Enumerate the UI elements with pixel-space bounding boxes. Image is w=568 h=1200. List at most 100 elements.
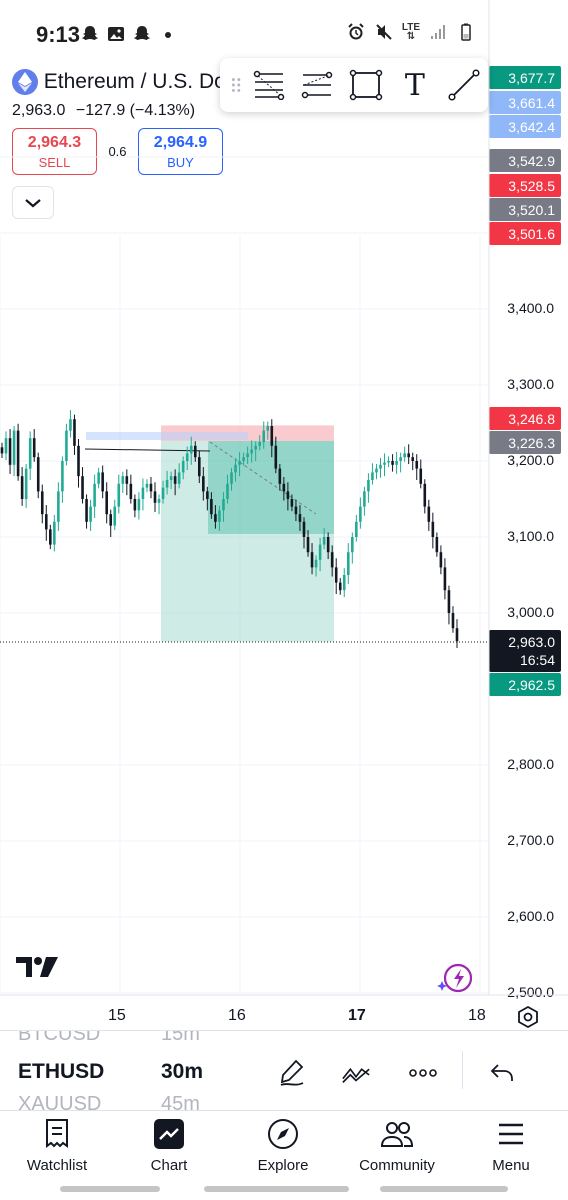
prev-symbol[interactable]: BTCUSD: [18, 1031, 100, 1046]
pen-icon: [280, 1059, 304, 1086]
candle-body: [153, 491, 157, 503]
candle-body: [28, 438, 32, 469]
candle-body: [391, 461, 394, 465]
candle-body: [415, 461, 419, 469]
candle-body: [133, 499, 137, 511]
candle-body: [439, 552, 443, 568]
candle-body: [77, 445, 80, 477]
candle-body: [129, 483, 133, 499]
candle-body: [314, 559, 318, 568]
candle-body: [109, 514, 113, 526]
candle-body: [137, 499, 141, 511]
nav-explore-label: Explore: [257, 1157, 309, 1174]
candle-body: [355, 521, 358, 537]
candle-body: [286, 491, 290, 499]
candle-body: [330, 552, 334, 568]
candle-body: [254, 445, 257, 450]
current-symbol[interactable]: ETHUSD: [18, 1060, 104, 1084]
symbol-interval-picker[interactable]: BTCUSD 15m ETHUSD 30m XAUUSD 45m: [0, 1030, 568, 1110]
candle-body: [363, 491, 366, 507]
candle-body: [395, 461, 398, 465]
candle-body: [230, 472, 233, 484]
candle-body: [193, 445, 197, 458]
gesture-bar-left: [60, 1186, 160, 1192]
nav-explore[interactable]: Explore: [228, 1117, 338, 1174]
nav-menu[interactable]: Menu: [456, 1117, 566, 1174]
indicators-button[interactable]: [341, 1058, 371, 1088]
community-icon: [380, 1122, 414, 1147]
candle-body: [238, 461, 241, 465]
parallel-channel-tool[interactable]: [293, 58, 342, 112]
candle-body: [342, 575, 346, 591]
candle-body: [306, 537, 310, 553]
candle-body: [375, 468, 378, 473]
compass-icon: [268, 1119, 298, 1149]
undo-button[interactable]: [487, 1058, 517, 1088]
candle-body: [351, 537, 354, 553]
candle-body: [379, 464, 382, 469]
menu-icon: [499, 1123, 523, 1145]
candle-body: [411, 457, 415, 461]
candle-body: [407, 453, 410, 458]
indicators-icon: [342, 1067, 370, 1083]
candle-body: [222, 499, 225, 511]
candle-body: [455, 628, 459, 642]
candle-body: [36, 457, 40, 492]
candle-body: [274, 445, 278, 469]
candle-body: [367, 480, 370, 492]
candle-body: [270, 426, 274, 446]
candle-body: [202, 476, 205, 492]
candle-body: [57, 491, 60, 522]
prev-interval[interactable]: 15m: [161, 1031, 200, 1046]
candle-body: [101, 472, 104, 492]
next-interval[interactable]: 45m: [161, 1093, 200, 1110]
more-options-button[interactable]: [408, 1058, 438, 1088]
more-icon: [409, 1069, 437, 1077]
candle-body: [198, 457, 201, 477]
candle-body: [189, 445, 193, 454]
nav-chart[interactable]: Chart: [114, 1117, 224, 1174]
candle-body: [210, 499, 213, 515]
candle-body: [266, 426, 270, 431]
nav-chart-label: Chart: [150, 1157, 188, 1174]
next-symbol[interactable]: XAUUSD: [18, 1093, 101, 1110]
candle-body: [65, 430, 68, 461]
candle-body: [93, 483, 96, 507]
candle-body: [334, 567, 338, 583]
drag-handle-icon[interactable]: [228, 73, 244, 97]
candle-body: [359, 506, 362, 522]
candle-body: [447, 590, 451, 613]
candle-body: [387, 461, 390, 463]
fib-retracement-tool[interactable]: [244, 58, 293, 112]
candle-body: [218, 510, 221, 522]
drawing-toolbar: T: [220, 58, 488, 112]
candle-body: [322, 537, 326, 545]
nav-menu-label: Menu: [492, 1157, 530, 1174]
candle-body: [443, 567, 447, 591]
trend-line-icon: [448, 69, 480, 101]
rectangle-tool[interactable]: [342, 58, 391, 112]
drawing-tools-button[interactable]: [277, 1058, 307, 1088]
nav-watchlist[interactable]: Watchlist: [2, 1117, 112, 1174]
trend-line-tool[interactable]: [439, 58, 488, 112]
candle-body: [113, 506, 117, 526]
watchlist-icon: [46, 1119, 68, 1148]
candle-body: [250, 449, 253, 454]
candle-body: [310, 552, 314, 568]
candle-body: [290, 499, 294, 507]
candle-body: [61, 461, 64, 492]
candle-body: [282, 483, 286, 492]
candle-body: [149, 483, 153, 492]
fib-retracement-icon: [253, 70, 284, 100]
current-interval[interactable]: 30m: [161, 1060, 203, 1084]
nav-community[interactable]: Community: [342, 1117, 452, 1174]
candle-body: [32, 438, 36, 458]
candle-body: [121, 476, 125, 484]
price-chart[interactable]: [0, 0, 568, 1030]
candle-body: [24, 468, 28, 499]
undo-icon: [490, 1064, 513, 1081]
text-tool[interactable]: T: [391, 58, 440, 112]
candle-body: [278, 468, 282, 484]
candle-body: [4, 438, 8, 454]
candle-body: [423, 483, 427, 507]
